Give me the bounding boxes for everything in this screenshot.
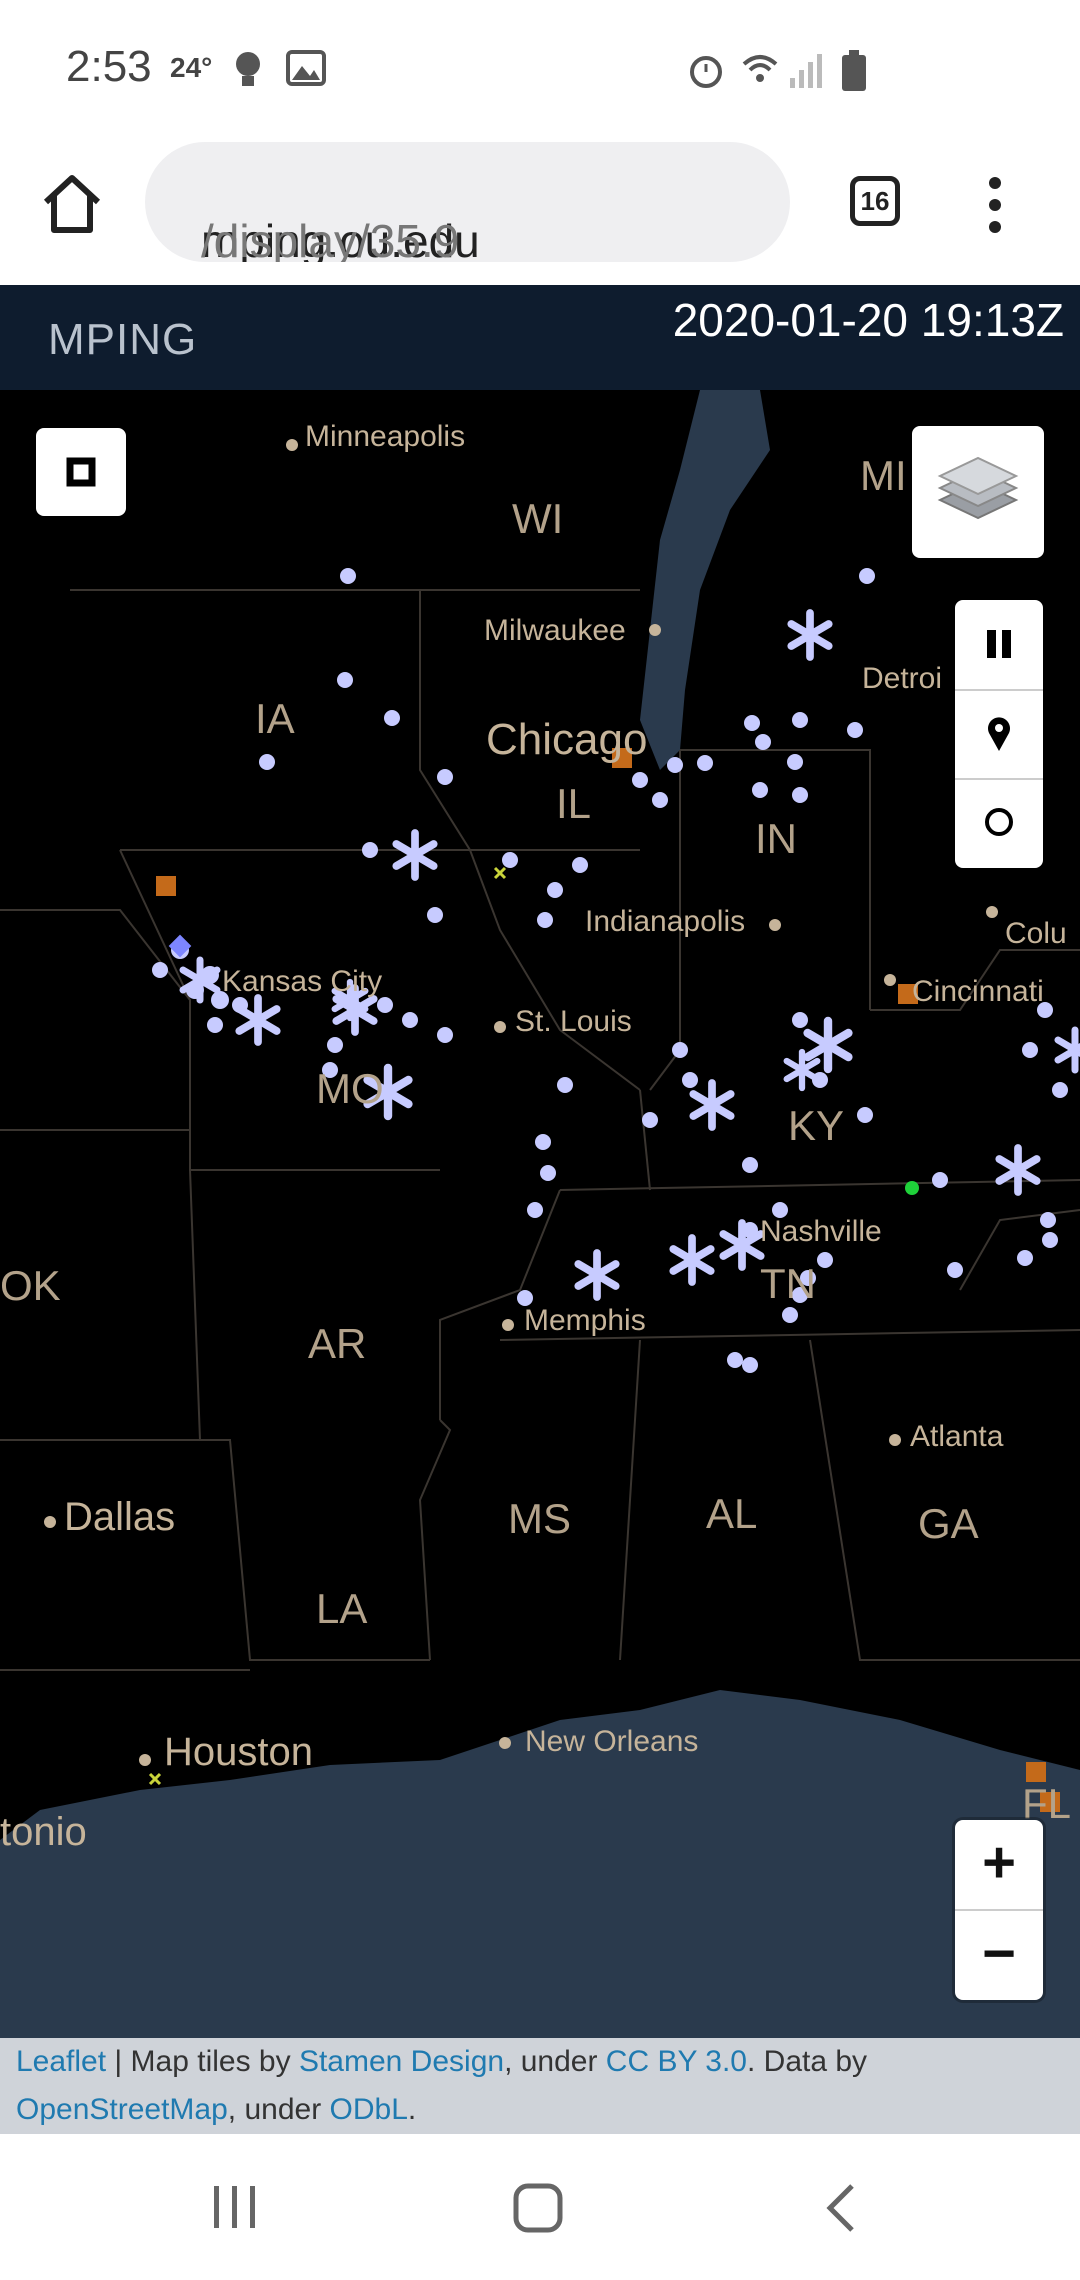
city-label: tonio — [0, 1810, 87, 1854]
map-attribution: Leaflet | Map tiles by Stamen Design, un… — [0, 2038, 1080, 2134]
city-label: Cincinnati — [912, 975, 1044, 1008]
map-view[interactable]: Minneapolis Milwaukee Chicago Indianapol… — [0, 390, 1080, 2040]
circle-icon — [985, 808, 1013, 836]
city-label: Kansas City — [222, 965, 383, 998]
bulb-icon — [236, 52, 260, 86]
system-nav-bar — [0, 2134, 1080, 2280]
state-label: IL — [556, 780, 592, 827]
address-bar[interactable]: mping.ou.edu/display/35.9 — [145, 142, 790, 262]
clock: 2:53 — [66, 42, 152, 91]
url-path: /display/35.9 — [201, 215, 460, 262]
city-label: Milwaukee — [484, 614, 626, 647]
map-tool-stack — [955, 600, 1043, 868]
home-icon[interactable] — [36, 168, 108, 240]
state-label: MO — [316, 1065, 384, 1112]
layers-icon — [937, 456, 1019, 520]
cc-by-link[interactable]: CC BY 3.0 — [606, 2045, 747, 2078]
state-label: KY — [788, 1102, 845, 1149]
city-label: Atlanta — [910, 1420, 1004, 1453]
city-label: Minneapolis — [305, 420, 466, 453]
city-label: Detroi — [862, 662, 943, 695]
square-icon — [66, 457, 96, 487]
image-icon — [286, 50, 326, 86]
zoom-in-button[interactable]: + — [955, 1820, 1043, 1911]
temperature: 24° — [170, 52, 213, 83]
state-label: MI — [860, 452, 907, 499]
city-label: Dallas — [64, 1495, 176, 1539]
odbl-link[interactable]: ODbL — [330, 2093, 408, 2126]
zoom-out-button[interactable]: − — [955, 1911, 1043, 2000]
state-label: AR — [308, 1320, 367, 1367]
attribution-text: . — [407, 2093, 417, 2126]
battery-icon — [842, 50, 866, 91]
location-pin-icon — [988, 717, 1010, 751]
attribution-text: , under — [504, 2045, 606, 2078]
tab-switcher-button[interactable]: 16 — [850, 176, 900, 226]
circle-tool-button[interactable] — [955, 778, 1043, 867]
osm-link[interactable]: OpenStreetMap — [16, 2093, 228, 2126]
zoom-control: + − — [955, 1820, 1043, 2000]
city-label: St. Louis — [515, 1005, 632, 1038]
state-label: AL — [706, 1490, 758, 1537]
leaflet-link[interactable]: Leaflet — [16, 2045, 106, 2078]
recent-apps-icon[interactable] — [210, 2182, 260, 2232]
state-label: TN — [760, 1260, 816, 1307]
home-nav-icon[interactable] — [512, 2182, 564, 2234]
city-label: Memphis — [524, 1304, 646, 1337]
state-label: LA — [316, 1585, 368, 1632]
state-label: GA — [918, 1500, 979, 1547]
more-options-icon[interactable] — [975, 175, 1015, 235]
city-label: Chicago — [486, 715, 648, 764]
city-label: New Orleans — [525, 1725, 699, 1758]
stamen-link[interactable]: Stamen Design — [299, 2045, 504, 2078]
state-label: IN — [755, 815, 797, 862]
pause-button[interactable] — [955, 600, 1043, 691]
pause-icon — [987, 630, 1011, 658]
locate-button[interactable] — [955, 689, 1043, 780]
state-label: WI — [512, 495, 564, 542]
city-label: Nashville — [760, 1215, 882, 1248]
attribution-text: , under — [227, 2093, 330, 2126]
alarm-icon — [690, 56, 722, 88]
brand-title[interactable]: MPING — [48, 315, 197, 365]
state-label: OK — [0, 1262, 61, 1309]
city-label: Colu — [1005, 917, 1067, 950]
timestamp: 2020-01-20 19:13Z — [672, 294, 1064, 346]
status-bar: 2:53 24° — [0, 0, 1080, 140]
back-icon[interactable] — [822, 2182, 862, 2234]
city-label: Indianapolis — [585, 905, 746, 938]
attribution-text: . Data by — [746, 2045, 868, 2078]
signal-icon — [790, 54, 822, 88]
app-header: MPING 2020-01-20 19:13Z — [0, 285, 1080, 390]
state-label: IA — [255, 695, 295, 742]
state-label: MS — [508, 1495, 571, 1542]
browser-toolbar: mping.ou.edu/display/35.9 16 — [0, 140, 1080, 285]
layers-button[interactable] — [912, 426, 1044, 558]
attribution-text: | Map tiles by — [106, 2045, 299, 2078]
city-label: Houston — [164, 1730, 313, 1774]
wifi-icon — [742, 55, 778, 82]
fullscreen-button[interactable] — [36, 428, 126, 516]
